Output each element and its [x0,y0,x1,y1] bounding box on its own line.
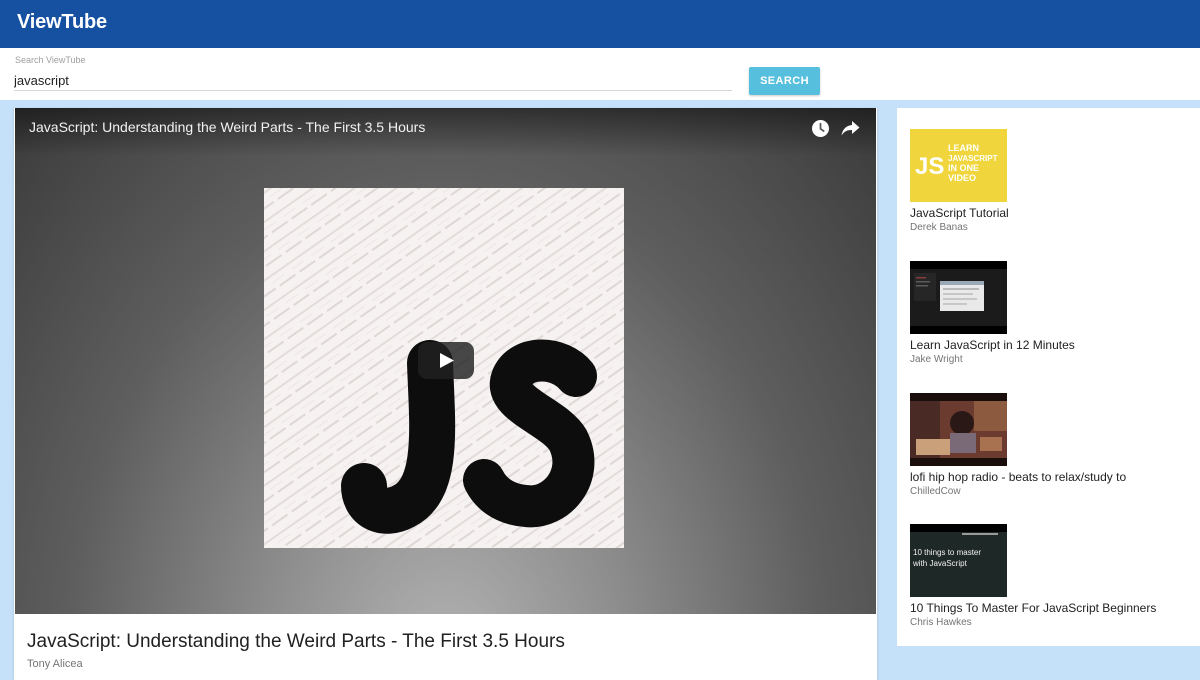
svg-text:JAVASCRIPT: JAVASCRIPT [948,154,998,163]
svg-text:LEARN: LEARN [948,143,979,153]
related-thumbnail[interactable] [910,393,1007,466]
related-title[interactable]: JavaScript Tutorial [910,206,1190,220]
related-thumbnail[interactable] [910,261,1007,334]
search-input[interactable] [14,70,732,91]
related-channel: Derek Banas [910,222,968,233]
clock-icon[interactable] [812,120,829,137]
search-button[interactable]: SEARCH [749,67,820,95]
related-video-item[interactable]: JS LEARN JAVASCRIPT IN ONE VIDEO JavaScr… [910,129,1190,233]
related-video-item[interactable]: lofi hip hop radio - beats to relax/stud… [910,393,1190,497]
related-channel: Chris Hawkes [910,617,972,628]
search-bar: Search ViewTube SEARCH [0,48,1200,100]
play-icon[interactable] [418,342,474,379]
app-title[interactable]: ViewTube [17,11,107,34]
app-bar: ViewTube [0,0,1200,48]
related-title[interactable]: 10 Things To Master For JavaScript Begin… [910,601,1190,615]
share-icon[interactable] [841,120,860,137]
related-thumbnail[interactable]: 10 things to master with JavaScript [910,524,1007,597]
video-player[interactable]: JavaScript: Understanding the Weird Part… [15,108,876,614]
related-title[interactable]: lofi hip hop radio - beats to relax/stud… [910,470,1190,484]
svg-text:10 things to master: 10 things to master [913,548,981,557]
related-video-item[interactable]: Learn JavaScript in 12 Minutes Jake Wrig… [910,261,1190,365]
related-thumbnail[interactable]: JS LEARN JAVASCRIPT IN ONE VIDEO [910,129,1007,202]
related-channel: ChilledCow [910,486,961,497]
related-title[interactable]: Learn JavaScript in 12 Minutes [910,338,1190,352]
video-title: JavaScript: Understanding the Weird Part… [27,631,565,652]
svg-text:IN ONE: IN ONE [948,163,979,173]
video-channel[interactable]: Tony Alicea [27,658,83,670]
related-channel: Jake Wright [910,354,963,365]
search-label: Search ViewTube [15,55,86,65]
related-videos-list: JS LEARN JAVASCRIPT IN ONE VIDEO JavaScr… [897,108,1200,646]
svg-text:with JavaScript: with JavaScript [912,559,968,568]
video-card: JavaScript: Understanding the Weird Part… [14,108,877,680]
player-title[interactable]: JavaScript: Understanding the Weird Part… [29,119,425,135]
svg-text:JS: JS [915,153,944,180]
related-video-item[interactable]: 10 things to master with JavaScript 10 T… [910,524,1190,628]
svg-text:VIDEO: VIDEO [948,173,976,183]
